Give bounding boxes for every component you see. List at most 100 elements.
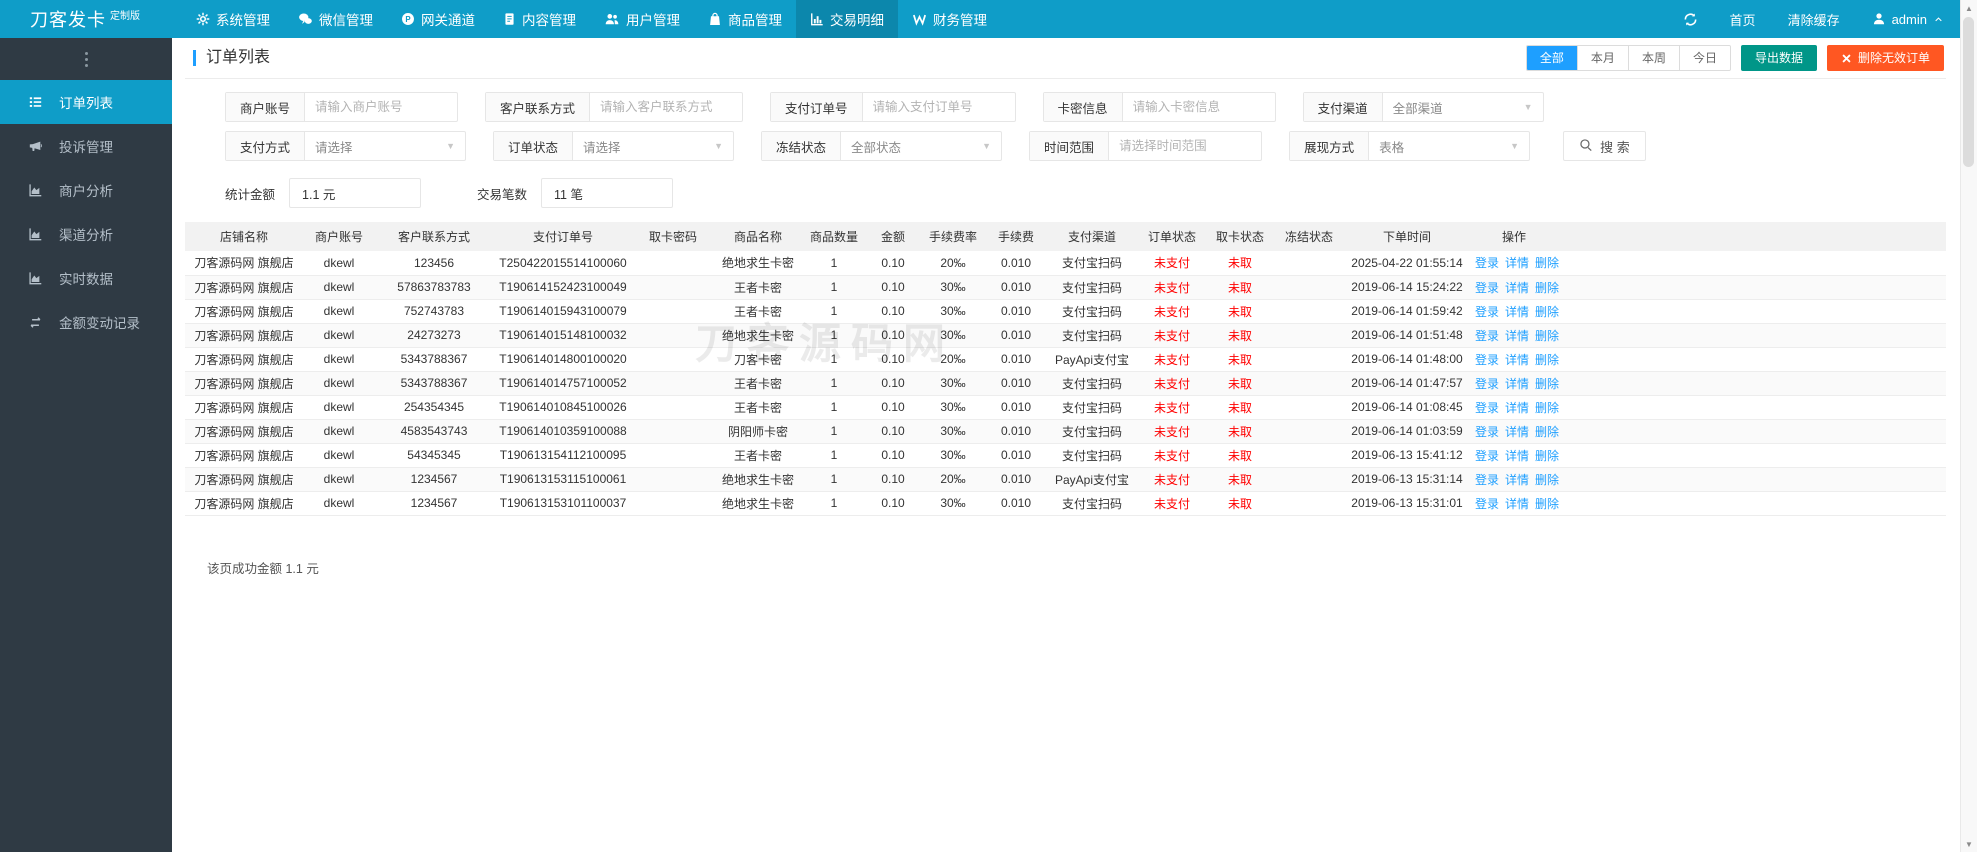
action-link-delete[interactable]: 删除 xyxy=(1535,353,1559,367)
filter-group: 支付订单号 xyxy=(770,92,1016,122)
action-link-login[interactable]: 登录 xyxy=(1475,281,1499,295)
action-link-delete[interactable]: 删除 xyxy=(1535,449,1559,463)
user-menu[interactable]: admin xyxy=(1856,0,1960,38)
cell: 绝地求生卡密 xyxy=(713,467,803,492)
filter-input[interactable] xyxy=(1109,132,1262,160)
cell: 1 xyxy=(803,251,865,276)
topnav-item[interactable]: 交易明细 xyxy=(796,0,898,38)
export-data-button[interactable]: 导出数据 xyxy=(1740,45,1817,71)
action-link-login[interactable]: 登录 xyxy=(1475,401,1499,415)
sidebar-item[interactable]: 实时数据 xyxy=(0,256,172,300)
action-link-detail[interactable]: 详情 xyxy=(1505,401,1529,415)
cell-filler xyxy=(1559,419,1946,444)
filter-select[interactable]: 请选择 ▼ xyxy=(305,132,465,160)
cell: 0.010 xyxy=(985,467,1047,492)
action-link-login[interactable]: 登录 xyxy=(1475,329,1499,343)
action-link-delete[interactable]: 删除 xyxy=(1535,425,1559,439)
search-button[interactable]: 搜 索 xyxy=(1563,131,1646,161)
cell: 30‰ xyxy=(921,299,985,324)
refresh-icon[interactable] xyxy=(1667,0,1714,38)
action-link-login[interactable]: 登录 xyxy=(1475,449,1499,463)
topnav-item-label: 网关通道 xyxy=(421,13,475,28)
scroll-up-arrow[interactable]: ▲ xyxy=(1961,0,1977,16)
range-tab[interactable]: 本周 xyxy=(1627,46,1679,70)
action-link-login[interactable]: 登录 xyxy=(1475,353,1499,367)
filter-input[interactable] xyxy=(305,93,458,121)
action-link-detail[interactable]: 详情 xyxy=(1505,473,1529,487)
filter-input[interactable] xyxy=(1122,93,1275,121)
sidebar-item[interactable]: 金额变动记录 xyxy=(0,300,172,344)
action-link-detail[interactable]: 详情 xyxy=(1505,497,1529,511)
cell: 王者卡密 xyxy=(713,275,803,300)
filter-select[interactable]: 全部渠道 ▼ xyxy=(1383,93,1543,121)
action-link-login[interactable]: 登录 xyxy=(1475,473,1499,487)
action-link-login[interactable]: 登录 xyxy=(1475,377,1499,391)
filter-select[interactable]: 表格 ▼ xyxy=(1369,132,1529,160)
main-content: 订单列表 全部本月本周今日 导出数据 删除无效订单 商户账号客户联系方式支付订单… xyxy=(172,38,1960,852)
cell: 2019-06-14 01:08:45 xyxy=(1345,395,1469,420)
filter-select[interactable]: 请选择 ▼ xyxy=(573,132,733,160)
action-link-delete[interactable]: 删除 xyxy=(1535,305,1559,319)
vertical-scrollbar[interactable]: ▲ ▼ xyxy=(1960,0,1977,852)
scrollbar-thumb[interactable] xyxy=(1963,17,1974,167)
topnav-item[interactable]: 微信管理 xyxy=(284,0,387,38)
action-link-delete[interactable]: 删除 xyxy=(1535,473,1559,487)
sidebar-collapse-toggle[interactable] xyxy=(0,38,172,80)
action-link-detail[interactable]: 详情 xyxy=(1505,256,1529,270)
cell: 2019-06-14 01:47:57 xyxy=(1345,371,1469,396)
action-link-detail[interactable]: 详情 xyxy=(1505,377,1529,391)
topnav-item[interactable]: 内容管理 xyxy=(489,0,590,38)
filter-select[interactable]: 全部状态 ▼ xyxy=(841,132,1001,160)
action-link-login[interactable]: 登录 xyxy=(1475,256,1499,270)
sidebar-item[interactable]: 投诉管理 xyxy=(0,124,172,168)
home-link[interactable]: 首页 xyxy=(1714,0,1772,38)
topnav-item[interactable]: 系统管理 xyxy=(182,0,284,38)
cell xyxy=(1273,491,1345,516)
topnav-item[interactable]: 用户管理 xyxy=(590,0,694,38)
range-tab[interactable]: 全部 xyxy=(1526,46,1577,70)
cell: 4583543743 xyxy=(375,419,493,444)
action-link-detail[interactable]: 详情 xyxy=(1505,329,1529,343)
action-link-login[interactable]: 登录 xyxy=(1475,425,1499,439)
action-link-delete[interactable]: 删除 xyxy=(1535,377,1559,391)
range-tab[interactable]: 今日 xyxy=(1678,46,1730,70)
finance-icon xyxy=(912,12,927,26)
sidebar-item[interactable]: 渠道分析 xyxy=(0,212,172,256)
filter-label: 冻结状态 xyxy=(762,132,842,160)
brand-logo[interactable]: 刀客发卡 定制版 xyxy=(0,0,172,38)
action-link-detail[interactable]: 详情 xyxy=(1505,353,1529,367)
scroll-down-arrow[interactable]: ▼ xyxy=(1961,836,1977,852)
action-link-detail[interactable]: 详情 xyxy=(1505,425,1529,439)
action-link-detail[interactable]: 详情 xyxy=(1505,449,1529,463)
sidebar-item-label: 金额变动记录 xyxy=(59,316,140,331)
action-link-detail[interactable]: 详情 xyxy=(1505,305,1529,319)
action-link-delete[interactable]: 删除 xyxy=(1535,256,1559,270)
action-link-delete[interactable]: 删除 xyxy=(1535,329,1559,343)
cell: 支付宝扫码 xyxy=(1047,371,1137,396)
row-actions: 登录 详情 删除 xyxy=(1469,323,1559,348)
page-success-amount: 该页成功金额 1.1 元 xyxy=(207,561,319,576)
action-link-detail[interactable]: 详情 xyxy=(1505,281,1529,295)
filter-input[interactable] xyxy=(862,93,1015,121)
sidebar-item[interactable]: 商户分析 xyxy=(0,168,172,212)
action-link-delete[interactable]: 删除 xyxy=(1535,281,1559,295)
sidebar-item[interactable]: 订单列表 xyxy=(0,80,172,124)
action-link-delete[interactable]: 删除 xyxy=(1535,497,1559,511)
cell: 2025-04-22 01:55:14 xyxy=(1345,251,1469,276)
action-link-login[interactable]: 登录 xyxy=(1475,497,1499,511)
filter-select-value: 全部渠道 xyxy=(1392,101,1443,116)
cell: dkewl xyxy=(303,299,375,324)
cell: 1234567 xyxy=(375,467,493,492)
delete-invalid-orders-button[interactable]: 删除无效订单 xyxy=(1826,45,1944,71)
action-link-login[interactable]: 登录 xyxy=(1475,305,1499,319)
cell: dkewl xyxy=(303,323,375,348)
topnav-item[interactable]: 商品管理 xyxy=(694,0,796,38)
action-link-delete[interactable]: 删除 xyxy=(1535,401,1559,415)
cell: 支付宝扫码 xyxy=(1047,419,1137,444)
filter-input[interactable] xyxy=(590,93,743,121)
clear-cache-link[interactable]: 清除缓存 xyxy=(1772,0,1856,38)
topnav-item[interactable]: 财务管理 xyxy=(898,0,1001,38)
table-row: 刀客源码网 旗舰店 dkewl 4583543743 T190614010359100… xyxy=(185,419,1946,444)
topnav-item[interactable]: P 网关通道 xyxy=(387,0,489,38)
range-tab[interactable]: 本月 xyxy=(1576,46,1628,70)
